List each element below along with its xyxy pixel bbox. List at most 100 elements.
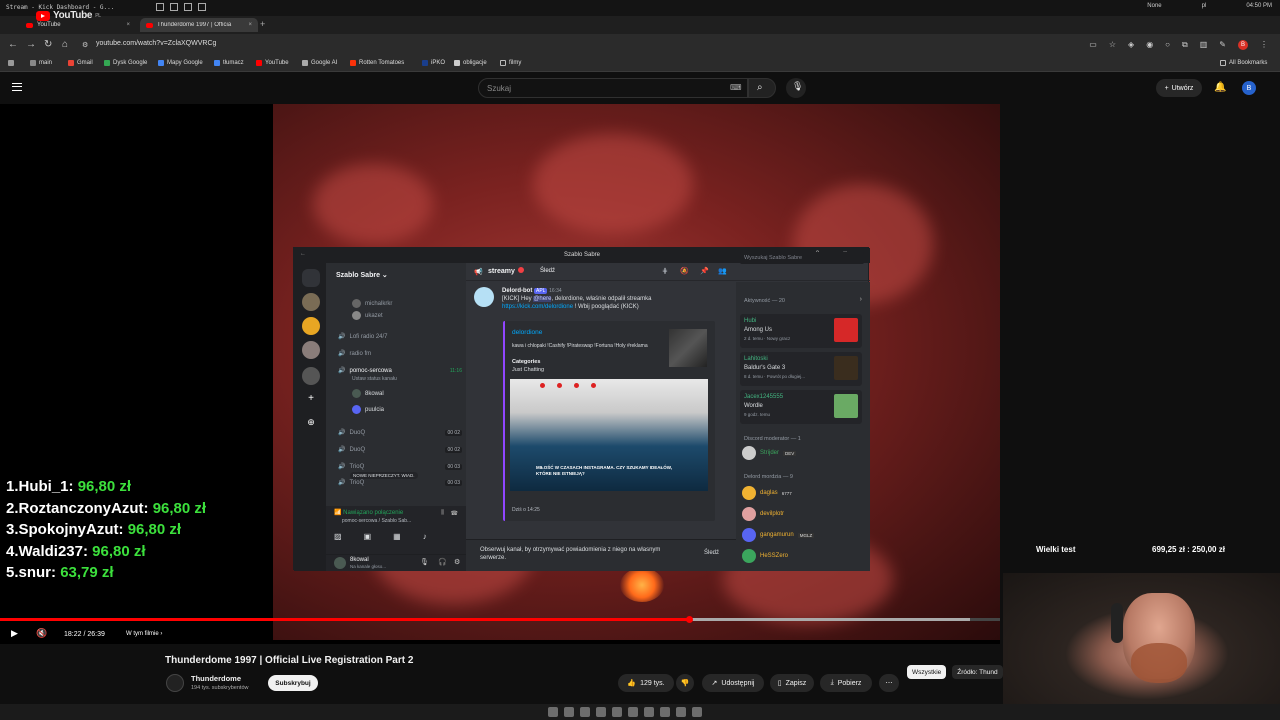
user-avatar[interactable] (334, 557, 346, 569)
voice-channel[interactable]: 🔊 DuoQ 00 02 (338, 446, 462, 453)
voice-channel[interactable]: 🔊 TrioQ 00 03 (338, 479, 462, 486)
bookmark-filmy[interactable]: filmy (500, 60, 521, 66)
bookmark-obligacje[interactable]: obligacje (454, 60, 487, 66)
microphone-icon[interactable]: 🎙 (420, 558, 429, 566)
browser-icon[interactable] (580, 707, 590, 717)
site-info-icon[interactable]: ⚙ (82, 41, 88, 49)
member-row[interactable]: Strijder DEV (742, 446, 797, 460)
more-actions-button[interactable]: ⋯ (879, 674, 899, 692)
youtube-logo[interactable]: YouTube PL (36, 10, 101, 21)
server-icon[interactable] (302, 293, 320, 311)
extensions-puzzle-icon[interactable]: ⧉ (1182, 40, 1188, 50)
voice-channel[interactable]: 🔊 DuoQ 00 02 (338, 429, 462, 436)
disconnect-icon[interactable]: ☎ (451, 510, 458, 517)
settings-gear-icon[interactable]: ⚙ (454, 558, 460, 566)
bot-avatar[interactable] (474, 287, 494, 307)
mute-icon[interactable]: 🔇 (36, 628, 47, 639)
subscribe-button[interactable]: Subskrybuj (268, 675, 318, 691)
server-name[interactable]: Szablo Sabre ⌄ (336, 271, 388, 279)
voice-channel[interactable]: 🔊 Lofi radio 24/7 (338, 333, 462, 341)
app-icon[interactable] (660, 707, 670, 717)
forward-icon[interactable]: → (26, 39, 36, 50)
create-button[interactable]: + Utwórz (1156, 79, 1202, 97)
embed-title[interactable]: delordione (512, 329, 542, 336)
cast-icon[interactable]: ▭ (1089, 40, 1097, 50)
member-row[interactable]: devilplotr (742, 507, 784, 521)
back-icon[interactable]: ← (8, 39, 18, 50)
download-button[interactable]: ⤓ Pobierz (820, 674, 872, 692)
bookmark-dysk-google[interactable]: Dysk Google (104, 60, 147, 66)
files-icon[interactable] (548, 707, 558, 717)
save-button[interactable]: ▯ Zapisz (770, 674, 814, 692)
add-server-icon[interactable]: + (302, 393, 320, 411)
steam-icon[interactable] (628, 707, 638, 717)
keyboard-icon[interactable]: ⌨ (730, 83, 742, 92)
home-icon[interactable]: ⌂ (62, 39, 68, 50)
channel-avatar[interactable] (166, 674, 184, 692)
voice-user[interactable]: puulcia (352, 405, 384, 414)
like-button[interactable]: 👍 129 tys. (618, 674, 674, 692)
menu-icon[interactable]: ⋮ (1260, 40, 1268, 50)
bookmark-mapy-google[interactable]: Mapy Google (158, 60, 203, 66)
embed-thumbnail[interactable] (669, 329, 707, 367)
close-tab-icon[interactable]: × (248, 22, 252, 28)
server-icon[interactable] (302, 367, 320, 385)
voice-user[interactable]: michalkrkr (352, 299, 392, 308)
bookmark-tlumacz[interactable]: tłumacz (214, 60, 244, 66)
search-input[interactable]: Szukaj (478, 78, 748, 98)
headphones-icon[interactable]: 🎧 (438, 558, 447, 566)
chevron-right-icon[interactable]: › (860, 296, 862, 303)
screen-share-icon[interactable]: ▣ (364, 532, 372, 541)
discord-home-icon[interactable] (302, 269, 320, 287)
bookmark-ipko[interactable]: iPKO (422, 60, 445, 66)
app-icon[interactable] (644, 707, 654, 717)
voice-user[interactable]: ukazet (352, 311, 383, 320)
member-row[interactable]: daglas 6777 (742, 486, 792, 500)
bookmark-main[interactable]: main (30, 60, 52, 66)
activity-card[interactable]: Jacex1245555 Wordle 9 godz. temu (740, 390, 862, 424)
voice-search-button[interactable]: 🎙 (786, 78, 806, 98)
discord-icon[interactable] (612, 707, 622, 717)
progress-bar[interactable] (0, 616, 1000, 623)
app-icon[interactable] (676, 707, 686, 717)
profile-avatar[interactable]: B (1238, 40, 1248, 50)
search-button[interactable]: ⌕ (748, 78, 776, 98)
soundboard-icon[interactable]: ♪ (423, 532, 427, 541)
bookmark-google-ai[interactable]: Google AI (302, 60, 337, 66)
dislike-button[interactable]: 👎 (676, 674, 694, 692)
hamburger-menu-icon[interactable] (12, 83, 22, 91)
pin-icon[interactable]: 📌 (700, 267, 709, 275)
activity-card[interactable]: Lahitoski Baldur's Gate 3 8 d. temu · Po… (740, 352, 862, 386)
extension-icon[interactable]: ○ (1165, 40, 1170, 50)
embed-image[interactable]: MIŁOŚĆ W CZASACH INSTAGRAMA. CZY SZUKAMY… (510, 379, 708, 491)
folder-icon[interactable] (564, 707, 574, 717)
close-tab-icon[interactable]: × (126, 22, 130, 28)
header-follow-button[interactable]: Śledź (540, 268, 555, 274)
activities-icon[interactable]: ▦ (393, 532, 401, 541)
share-button[interactable]: ↗ Udostępnij (702, 674, 764, 692)
threads-icon[interactable]: ⋕ (662, 267, 668, 275)
back-arrow-icon[interactable]: ← (300, 251, 306, 257)
extension-icon[interactable]: ◉ (1146, 40, 1153, 50)
apps-icon[interactable] (8, 60, 14, 66)
monitor-icon[interactable] (170, 3, 178, 11)
voice-channel[interactable]: 🔊 radio fm (338, 350, 462, 358)
user-avatar[interactable]: B (1242, 81, 1256, 95)
chip-all[interactable]: Wszystkie (907, 665, 947, 679)
message-author[interactable]: Delord-bot (502, 288, 532, 294)
mute-bell-icon[interactable]: 🔕 (680, 267, 689, 275)
member-list-icon[interactable]: 👥 (718, 267, 727, 275)
discord-search-input[interactable]: Wyszukaj Szablo Sabre (740, 252, 864, 264)
play-icon[interactable]: ▶ (11, 628, 18, 639)
member-row[interactable]: HeSSZero (742, 549, 788, 563)
notifications-bell-icon[interactable]: 🔔 (1214, 82, 1226, 93)
extension-icon[interactable]: ✎ (1219, 40, 1226, 50)
voice-channel[interactable]: 🔊 TrioQ 00 03 (338, 463, 462, 470)
voice-channel-active[interactable]: 🔊 pomoc-sercowa 11:16 (338, 367, 462, 375)
scrubber-handle[interactable] (686, 616, 693, 623)
new-tab-icon[interactable]: + (260, 19, 265, 29)
follow-button[interactable]: Śledź (704, 550, 719, 556)
chapter-button[interactable]: W tym filmie › (126, 631, 162, 637)
sidebar-icon[interactable]: ▥ (1200, 40, 1208, 50)
bookmark-rotten-tomatoes[interactable]: Rotten Tomatoes (350, 60, 404, 66)
